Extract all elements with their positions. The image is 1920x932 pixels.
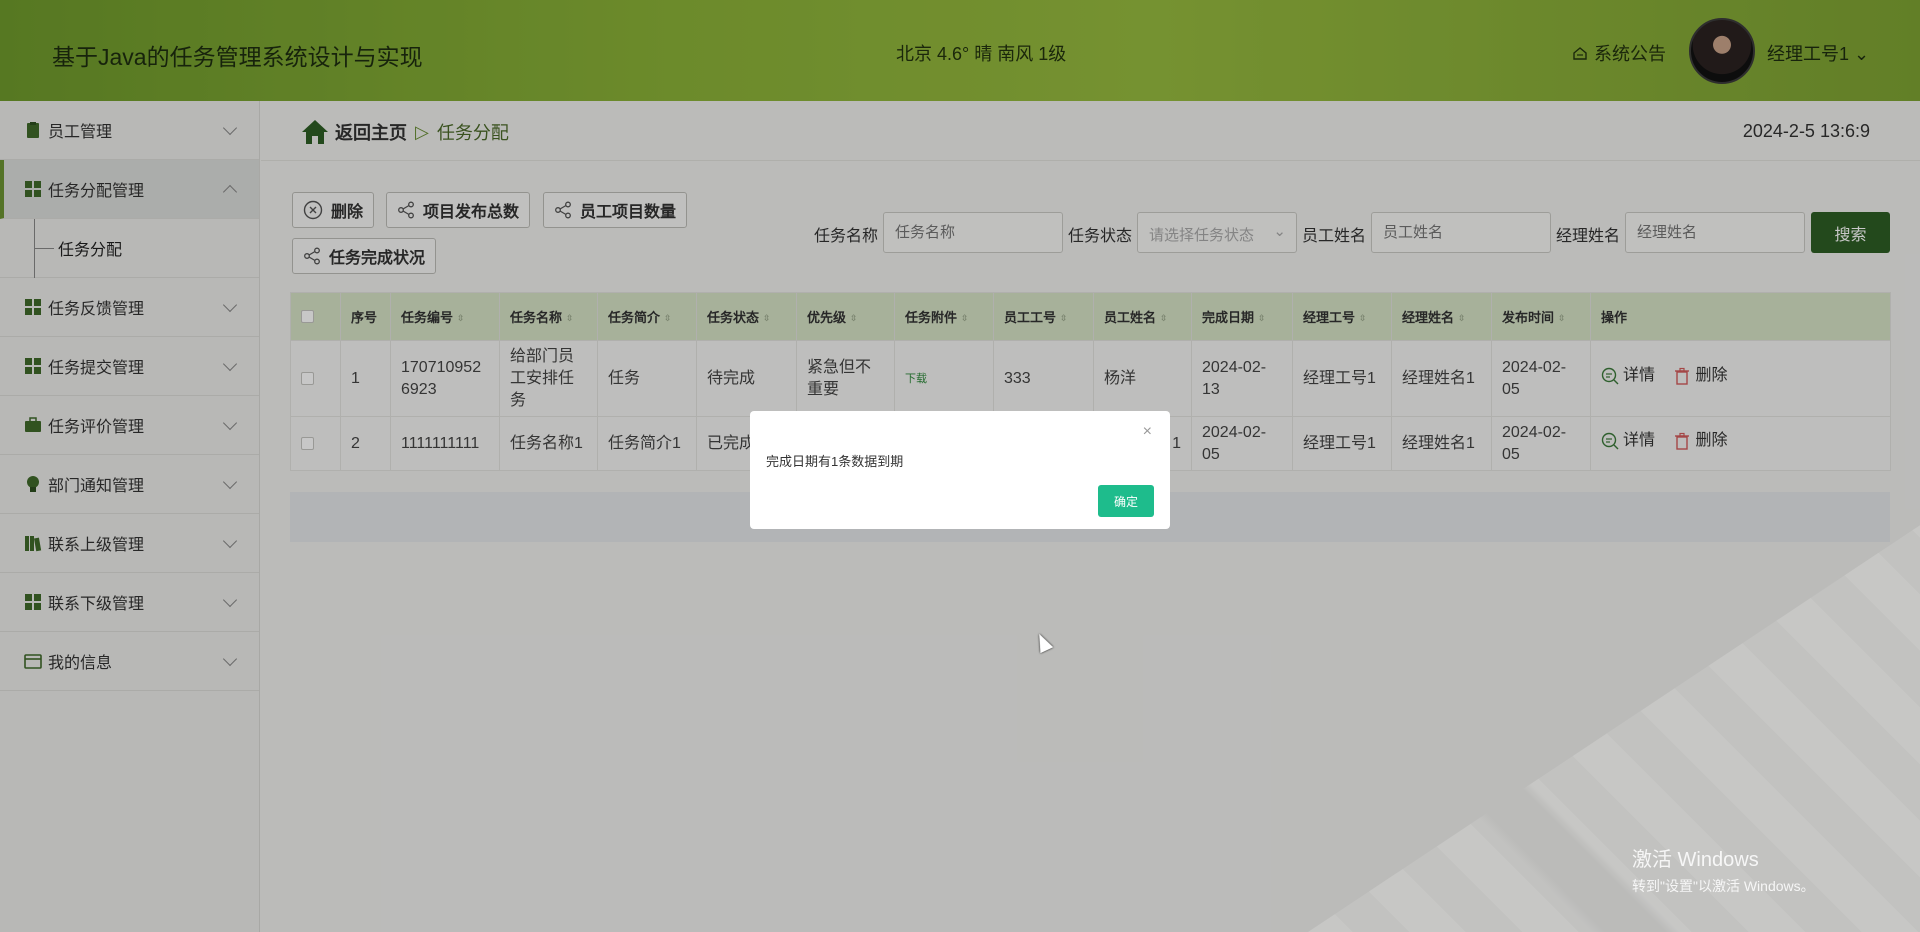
alert-dialog: × 完成日期有1条数据到期 确定 (750, 411, 1170, 529)
watermark-title: 激活 Windows (1632, 849, 1759, 871)
confirm-button[interactable]: 确定 (1098, 485, 1154, 517)
close-icon[interactable]: × (1143, 423, 1152, 441)
windows-activation-watermark: 激活 Windows 转到"设置"以激活 Windows。 (1632, 843, 1815, 896)
dialog-message: 完成日期有1条数据到期 (766, 454, 904, 469)
watermark-subtitle: 转到"设置"以激活 Windows。 (1632, 878, 1815, 894)
